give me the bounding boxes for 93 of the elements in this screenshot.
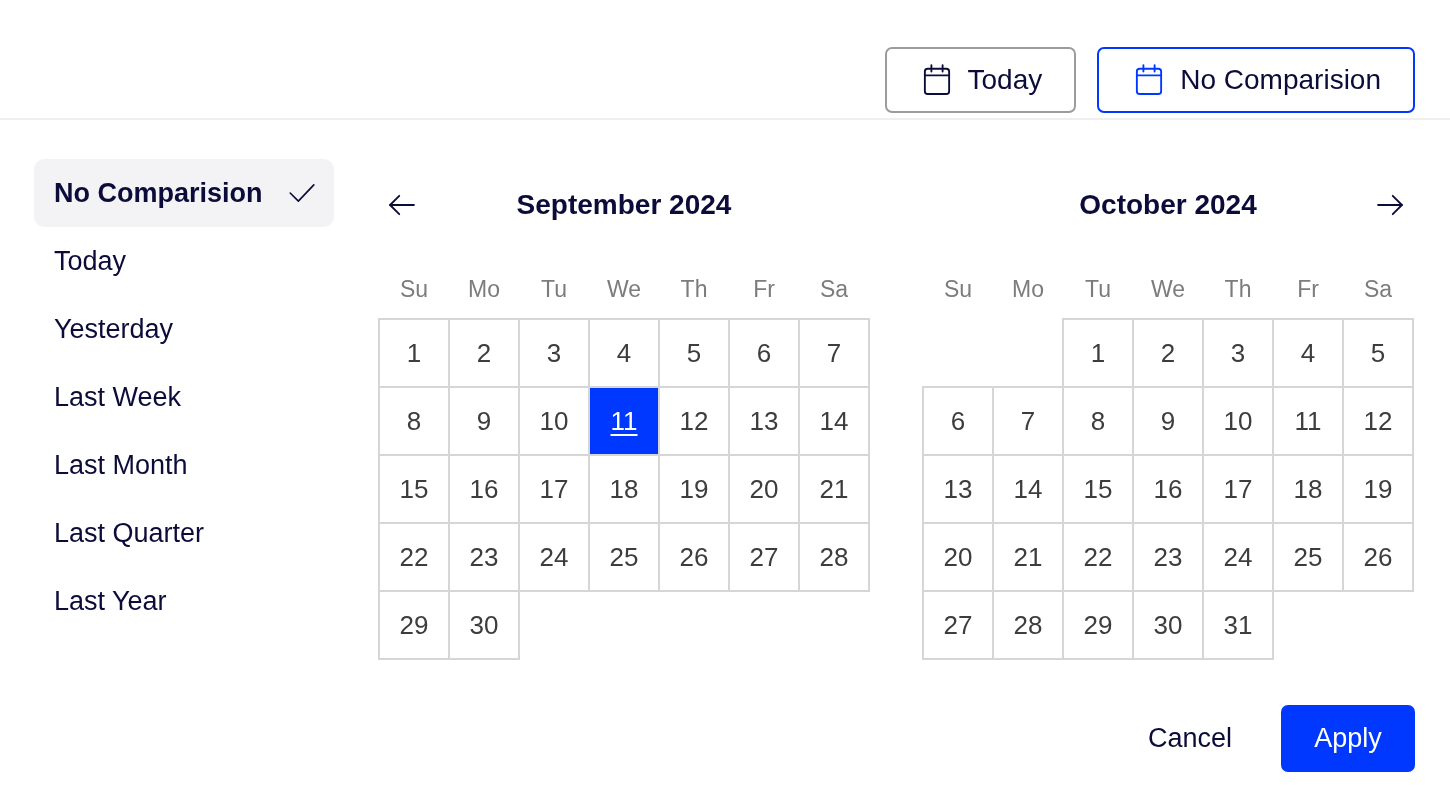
weekday-label: Th (680, 275, 708, 303)
day-cell[interactable]: 7 (993, 387, 1063, 455)
day-cell[interactable]: 20 (729, 455, 799, 523)
weekday-label: Sa (819, 275, 849, 303)
day-cell[interactable]: 26 (1343, 523, 1413, 591)
weekday-label: Mo (468, 275, 500, 303)
day-cell[interactable]: 16 (449, 455, 519, 523)
day-cell[interactable]: 9 (1133, 387, 1203, 455)
weekday-label: Fr (1297, 275, 1319, 303)
day-cell[interactable]: 9 (449, 387, 519, 455)
weekday-label: We (1150, 275, 1186, 303)
arrow-left-icon[interactable] (388, 194, 416, 216)
preset-item[interactable]: No Comparision (34, 159, 334, 227)
weekday-label: Fr (753, 275, 775, 303)
day-cell[interactable]: 26 (659, 523, 729, 591)
weekday-label: We (606, 275, 642, 303)
day-cell[interactable]: 4 (1273, 319, 1343, 387)
day-cell[interactable]: 28 (993, 591, 1063, 659)
day-cell[interactable]: 8 (1063, 387, 1133, 455)
day-cell[interactable]: 29 (379, 591, 449, 659)
day-cell[interactable]: 21 (993, 523, 1063, 591)
day-cell[interactable]: 28 (799, 523, 869, 591)
apply-button[interactable]: Apply (1281, 705, 1415, 772)
day-cell[interactable]: 14 (799, 387, 869, 455)
calendar-icon (922, 64, 951, 96)
weekday-label: Su (399, 275, 429, 303)
weekday-label: Sa (1363, 275, 1393, 303)
day-cell[interactable]: 17 (519, 455, 589, 523)
day-cell[interactable]: 6 (729, 319, 799, 387)
calendar-icon (1135, 64, 1164, 96)
day-cell[interactable]: 1 (1063, 319, 1133, 387)
preset-item[interactable]: Yesterday (34, 295, 334, 363)
day-cell[interactable]: 11 (1273, 387, 1343, 455)
day-cell[interactable]: 19 (659, 455, 729, 523)
day-cell[interactable]: 18 (589, 455, 659, 523)
day-cell[interactable]: 11 (589, 387, 659, 455)
day-cell[interactable]: 13 (729, 387, 799, 455)
day-cell[interactable]: 22 (379, 523, 449, 591)
preset-item[interactable]: Last Year (34, 567, 334, 635)
day-cell[interactable]: 27 (923, 591, 993, 659)
weekday-label: Tu (541, 275, 567, 303)
day-cell[interactable]: 13 (923, 455, 993, 523)
check-icon (288, 183, 316, 203)
day-cell[interactable]: 21 (799, 455, 869, 523)
day-cell[interactable]: 30 (1133, 591, 1203, 659)
cancel-button[interactable]: Cancel (1131, 705, 1248, 772)
period-button[interactable]: Today (884, 47, 1077, 113)
day-cell[interactable]: 31 (1203, 591, 1273, 659)
month-title: September 2024 (516, 189, 732, 221)
day-cell[interactable]: 2 (1133, 319, 1203, 387)
day-cell[interactable]: 14 (993, 455, 1063, 523)
day-cell[interactable]: 29 (1063, 591, 1133, 659)
preset-item[interactable]: Last Week (34, 363, 334, 431)
day-cell[interactable]: 6 (923, 387, 993, 455)
day-cell[interactable]: 30 (449, 591, 519, 659)
day-cell[interactable]: 15 (379, 455, 449, 523)
day-cell[interactable]: 10 (1203, 387, 1273, 455)
day-cell[interactable]: 12 (1343, 387, 1413, 455)
day-cell[interactable]: 22 (1063, 523, 1133, 591)
day-cell[interactable]: 17 (1203, 455, 1273, 523)
day-cell[interactable]: 24 (519, 523, 589, 591)
day-cell[interactable]: 3 (519, 319, 589, 387)
preset-item[interactable]: Last Quarter (34, 499, 334, 567)
month-title: October 2024 (1079, 189, 1257, 221)
day-cell[interactable]: 10 (519, 387, 589, 455)
day-cell[interactable]: 12 (659, 387, 729, 455)
day-cell[interactable]: 7 (799, 319, 869, 387)
day-cell[interactable]: 15 (1063, 455, 1133, 523)
weekday-label: Tu (1085, 275, 1111, 303)
day-cell[interactable]: 18 (1273, 455, 1343, 523)
day-cell[interactable]: 5 (1343, 319, 1413, 387)
day-cell[interactable]: 1 (379, 319, 449, 387)
day-cell[interactable]: 23 (449, 523, 519, 591)
day-cell[interactable]: 25 (1273, 523, 1343, 591)
day-cell[interactable]: 8 (379, 387, 449, 455)
day-cell[interactable]: 24 (1203, 523, 1273, 591)
weekday-label: Th (1224, 275, 1252, 303)
day-cell[interactable]: 19 (1343, 455, 1413, 523)
preset-item[interactable]: Today (34, 227, 334, 295)
day-cell[interactable]: 4 (589, 319, 659, 387)
day-cell[interactable]: 16 (1133, 455, 1203, 523)
day-cell[interactable]: 2 (449, 319, 519, 387)
day-cell[interactable]: 20 (923, 523, 993, 591)
comparison-button[interactable]: No Comparision (1097, 47, 1415, 113)
arrow-right-icon[interactable] (1376, 194, 1404, 216)
day-cell[interactable]: 23 (1133, 523, 1203, 591)
day-cell[interactable]: 27 (729, 523, 799, 591)
day-cell[interactable]: 5 (659, 319, 729, 387)
weekday-label: Mo (1012, 275, 1044, 303)
weekday-label: Su (943, 275, 973, 303)
day-cell[interactable]: 3 (1203, 319, 1273, 387)
day-cell[interactable]: 25 (589, 523, 659, 591)
preset-item[interactable]: Last Month (34, 431, 334, 499)
